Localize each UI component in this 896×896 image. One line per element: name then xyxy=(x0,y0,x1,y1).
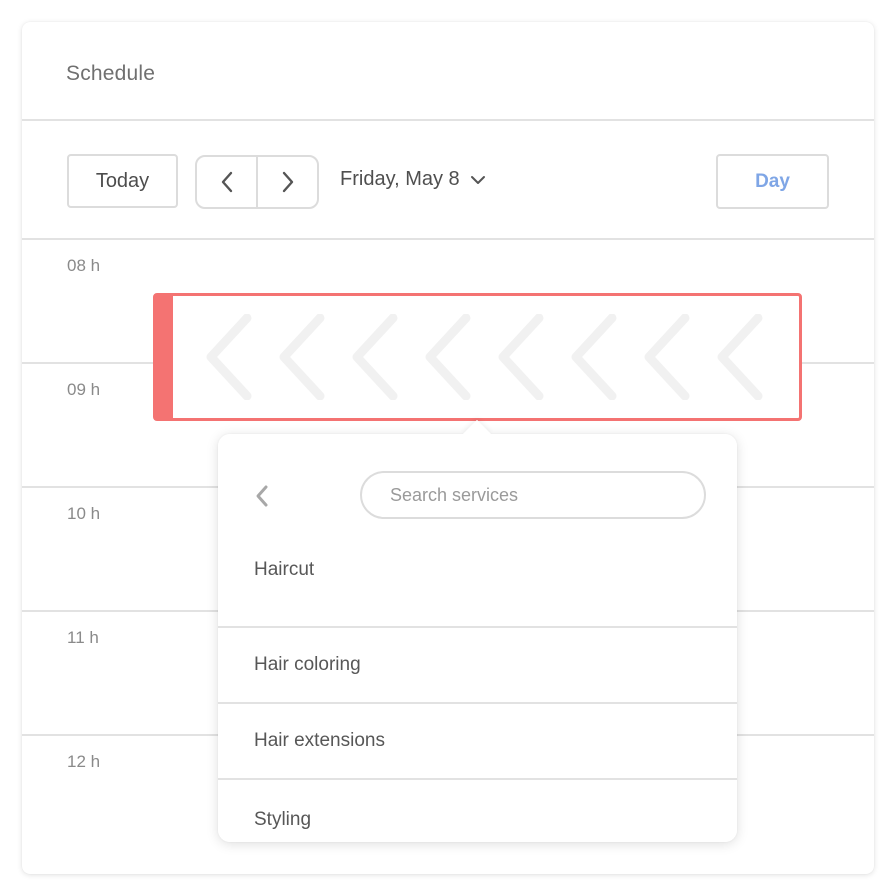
appointment-event-block[interactable] xyxy=(153,293,802,421)
chevron-left-icon xyxy=(279,314,325,400)
chevron-right-icon xyxy=(282,171,293,193)
chevron-left-icon xyxy=(256,485,268,507)
chevron-left-icon xyxy=(221,171,232,193)
current-date-label: Friday, May 8 xyxy=(340,168,460,190)
hour-label-10: 10 h xyxy=(67,504,101,523)
service-list: Haircut Hair coloring Hair extensions St… xyxy=(218,549,737,860)
date-picker-toggle[interactable]: Friday, May 8 xyxy=(340,168,486,191)
chevron-left-icon xyxy=(498,314,544,400)
service-item-styling[interactable]: Styling xyxy=(218,780,737,860)
hour-label-12: 12 h xyxy=(67,752,101,771)
chevron-left-icon xyxy=(352,314,398,400)
toolbar-divider xyxy=(22,238,874,240)
chevron-left-icon xyxy=(425,314,471,400)
chevron-left-icon xyxy=(644,314,690,400)
page-title: Schedule xyxy=(66,62,156,85)
date-nav-group xyxy=(195,155,319,209)
hour-label-09: 09 h xyxy=(67,380,101,399)
service-item-hair-coloring[interactable]: Hair coloring xyxy=(218,628,737,704)
chevron-left-icon xyxy=(206,314,252,400)
chevron-left-icon xyxy=(571,314,617,400)
schedule-card: Schedule Today Friday, May 8 Day 08 h 09… xyxy=(22,22,874,874)
service-item-haircut[interactable]: Haircut xyxy=(218,549,737,628)
service-item-hair-extensions[interactable]: Hair extensions xyxy=(218,704,737,780)
service-picker-popover: Haircut Hair coloring Hair extensions St… xyxy=(218,419,737,842)
header-divider xyxy=(22,119,874,121)
search-services-input[interactable] xyxy=(360,471,706,519)
chevron-left-icon xyxy=(717,314,763,400)
chevron-down-icon xyxy=(470,175,485,184)
hour-label-11: 11 h xyxy=(67,628,99,647)
back-button[interactable] xyxy=(250,483,274,509)
previous-day-button[interactable] xyxy=(197,157,256,207)
hour-label-08: 08 h xyxy=(67,256,101,275)
today-button[interactable]: Today xyxy=(67,154,178,208)
view-mode-button[interactable]: Day xyxy=(716,154,829,209)
event-pattern xyxy=(206,314,763,400)
next-day-button[interactable] xyxy=(256,157,317,207)
